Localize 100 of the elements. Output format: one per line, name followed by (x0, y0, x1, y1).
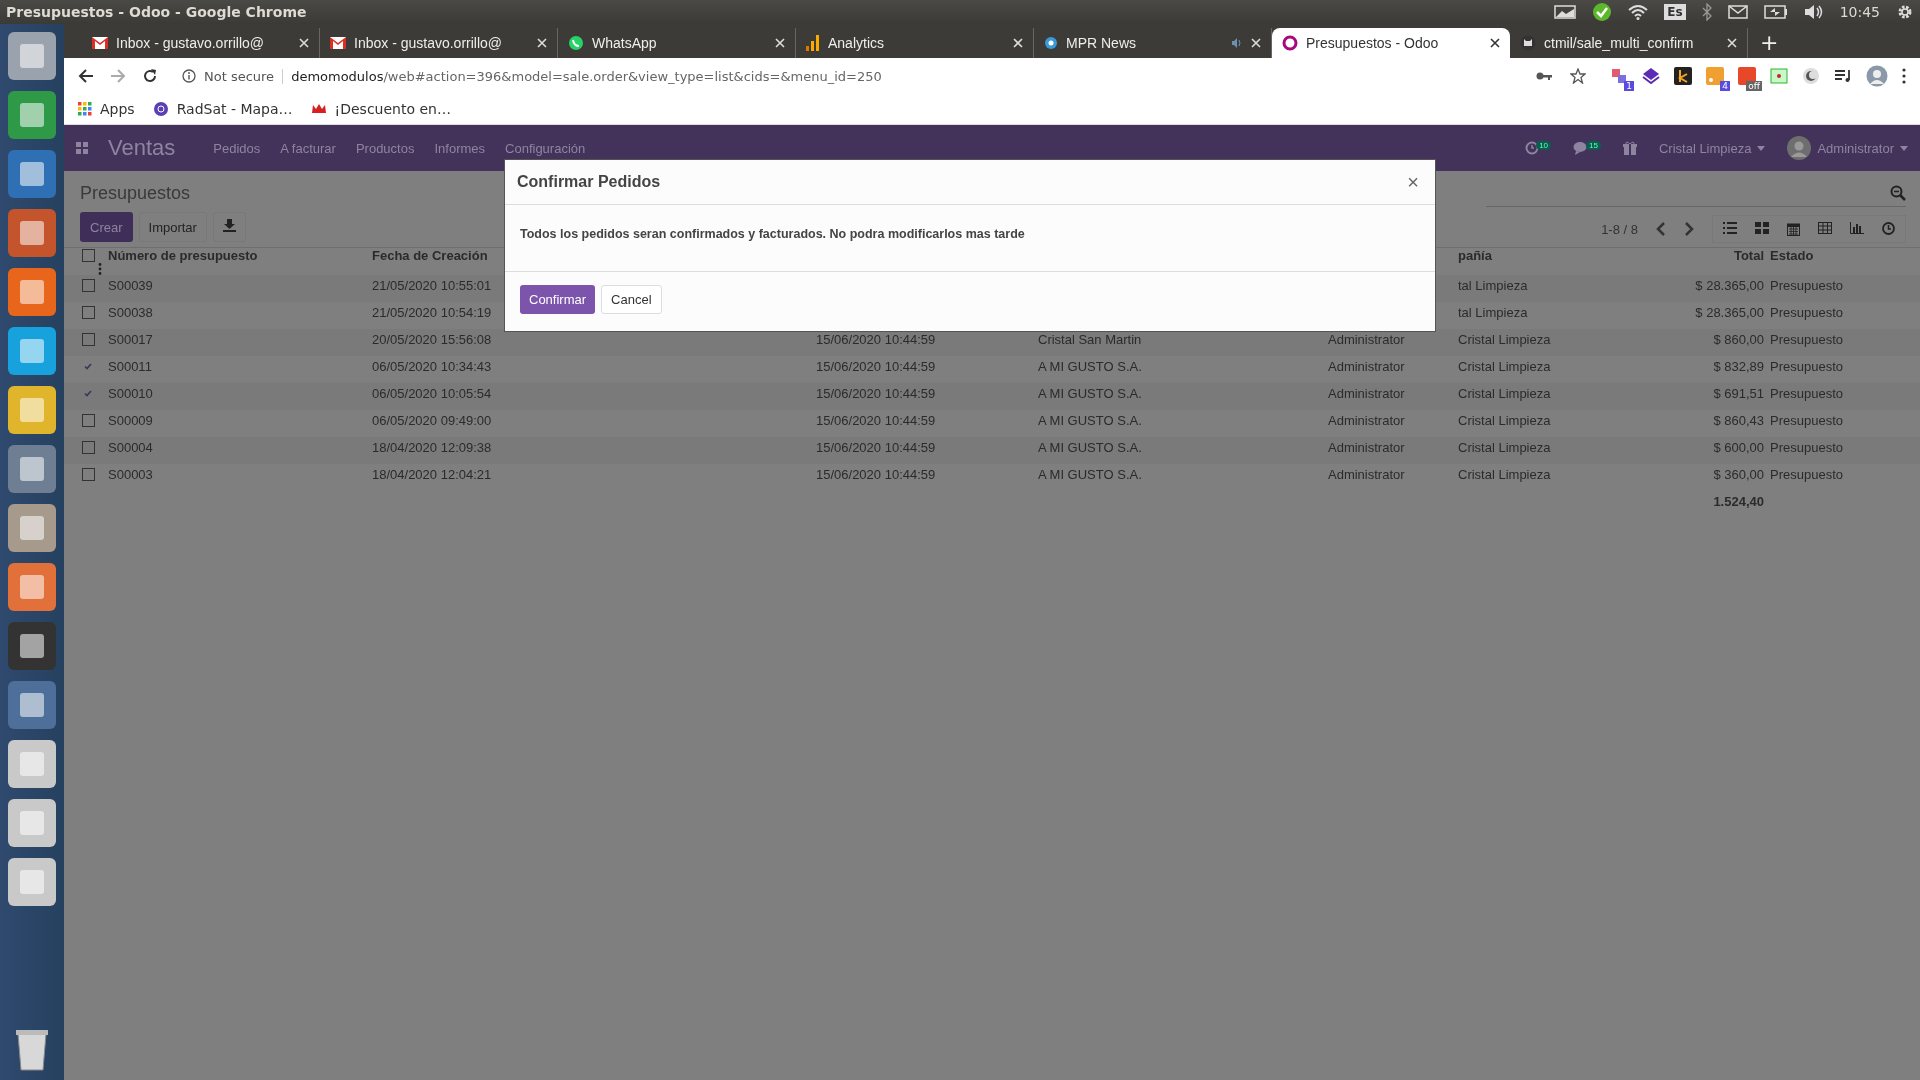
table-cell: $ 832,89 (1713, 359, 1764, 374)
bookmark[interactable]: Apps (78, 101, 135, 117)
chevron-right-icon[interactable] (1684, 222, 1694, 236)
extension-badge: 4 (1720, 81, 1730, 91)
close-icon[interactable] (1490, 38, 1500, 48)
sum-total: 1.524,40 (1713, 494, 1764, 509)
question-square-icon[interactable] (1770, 67, 1788, 85)
company-switcher[interactable]: Cristal Limpieza (1658, 140, 1766, 156)
check-icon[interactable] (1592, 2, 1613, 22)
tab-title: Presupuestos - Odoo (1306, 35, 1440, 51)
keyboard-layout-indicator[interactable]: Es (1664, 4, 1686, 20)
table-cell: Cristal Limpieza (1458, 332, 1551, 347)
row-checkbox[interactable] (81, 468, 95, 481)
page-title: Presupuestos (80, 182, 191, 204)
column-header[interactable]: pañía (1458, 248, 1492, 263)
column-header[interactable]: Número de presupuesto (108, 248, 258, 263)
table-cell: Cristal Limpieza (1458, 467, 1551, 482)
more-vertical-icon[interactable] (1902, 68, 1906, 84)
create-button[interactable]: Crear (80, 212, 133, 242)
tab-title: Analytics (828, 35, 886, 51)
cancel-button[interactable]: Cancel (601, 285, 662, 314)
menu-item[interactable]: A facturar (280, 140, 336, 156)
star-icon[interactable] (1570, 68, 1586, 84)
import-button[interactable]: Importar (138, 212, 207, 242)
table-cell: Cristal Limpieza (1458, 413, 1551, 428)
search-icon[interactable] (1890, 184, 1906, 201)
menu-item[interactable]: Pedidos (213, 140, 261, 156)
address-bar[interactable]: Not secure demomodulos/web#action=396&model=sale.order&view_type=list&cids=&menu_id=250 (174, 62, 1594, 90)
avatar-icon[interactable] (1866, 65, 1888, 87)
new-tab-button[interactable]: + (1748, 28, 1791, 58)
confirm-button[interactable]: Confirmar (520, 285, 596, 314)
speaker-icon[interactable] (1231, 37, 1243, 49)
info-icon (182, 69, 196, 83)
download-button[interactable] (212, 212, 246, 242)
mail-icon[interactable] (1727, 5, 1748, 19)
gift-icon[interactable] (1622, 141, 1637, 155)
bookmark[interactable]: RadSat - Mapa… (152, 101, 293, 117)
column-header[interactable]: Estado (1770, 248, 1814, 263)
clock-icon[interactable] (1882, 222, 1895, 235)
row-checkbox[interactable] (81, 414, 95, 427)
kanban-view-icon[interactable] (1755, 222, 1769, 234)
chevron-left-icon[interactable] (1656, 222, 1666, 236)
table-cell: $ 860,00 (1713, 332, 1764, 347)
browser-tab[interactable]: Presupuestos - Odoo (1272, 28, 1510, 58)
playlist-icon[interactable] (1834, 69, 1852, 83)
speaker-icon[interactable] (1803, 4, 1824, 20)
user-menu[interactable]: Administrator (1787, 136, 1908, 160)
table-cell: 15/06/2020 10:44:59 (816, 332, 936, 347)
list-view-icon[interactable] (1723, 222, 1737, 234)
menu-item[interactable]: Productos (355, 140, 415, 156)
key-icon[interactable] (1536, 71, 1552, 81)
table-cell: 06/05/2020 10:34:43 (372, 359, 492, 374)
table-cell: Cristal Limpieza (1458, 386, 1551, 401)
screen-icon[interactable] (1554, 5, 1577, 19)
bar-chart-icon[interactable] (1850, 222, 1864, 234)
row-checkbox[interactable] (81, 441, 95, 454)
battery-icon[interactable] (1763, 5, 1788, 19)
table-icon[interactable] (1818, 222, 1832, 234)
k-square-icon[interactable] (1674, 67, 1692, 85)
table-cell: Presupuesto (1770, 440, 1843, 455)
check-mark-icon[interactable] (84, 363, 92, 370)
calendar-icon[interactable] (1787, 222, 1800, 236)
row-checkbox[interactable] (81, 306, 95, 319)
table-cell: tal Limpieza (1458, 278, 1528, 293)
table-cell: 18/04/2020 12:09:38 (372, 440, 492, 455)
check-mark-icon[interactable] (84, 390, 92, 397)
reload-icon[interactable] (142, 68, 158, 84)
table-cell: Presupuesto (1770, 467, 1843, 482)
column-header[interactable]: Total (1733, 248, 1764, 263)
menu-item[interactable]: Configuración (505, 140, 586, 156)
row-checkbox[interactable] (81, 279, 95, 292)
crown-icon (310, 103, 327, 115)
layers-icon[interactable] (1642, 67, 1660, 85)
table-cell: S00039 (108, 278, 153, 293)
menu-item[interactable]: Informes (434, 140, 486, 156)
column-header[interactable]: Fecha de Creación (372, 248, 488, 263)
back-arrow-icon[interactable] (78, 68, 94, 84)
bookmark[interactable]: ¡Descuento en… (310, 101, 451, 117)
clock[interactable]: 10:45 (1839, 4, 1880, 20)
window-title: Presupuestos - Odoo - Google Chrome (6, 4, 307, 20)
row-checkbox[interactable] (81, 333, 95, 346)
table-cell: A MI GUSTO S.A. (1038, 386, 1142, 401)
moon-icon[interactable] (1802, 67, 1820, 85)
dialog-message: Todos los pedidos seran confirmados y facturados. No podra modificarlos mas tarde (520, 227, 1025, 241)
table-cell: Administrator (1328, 413, 1405, 428)
extension-icon[interactable] (1610, 67, 1628, 85)
table-cell: $ 691,51 (1713, 386, 1764, 401)
app-title[interactable]: Ventas (108, 135, 176, 161)
app-grid-icon[interactable] (76, 142, 88, 154)
table-cell: Presupuesto (1770, 305, 1843, 320)
table-cell: Cristal Limpieza (1458, 440, 1551, 455)
wifi-icon[interactable] (1628, 4, 1649, 20)
close-button[interactable]: × (1403, 172, 1423, 192)
clock-icon[interactable] (1525, 141, 1540, 155)
table-cell: Cristal San Martin (1038, 332, 1142, 347)
bluetooth-icon[interactable] (1701, 3, 1712, 21)
table-cell: 15/06/2020 10:44:59 (816, 359, 936, 374)
select-all-checkbox[interactable] (81, 249, 95, 262)
rss-icon[interactable] (1706, 67, 1724, 85)
table-cell: S00011 (108, 359, 152, 374)
